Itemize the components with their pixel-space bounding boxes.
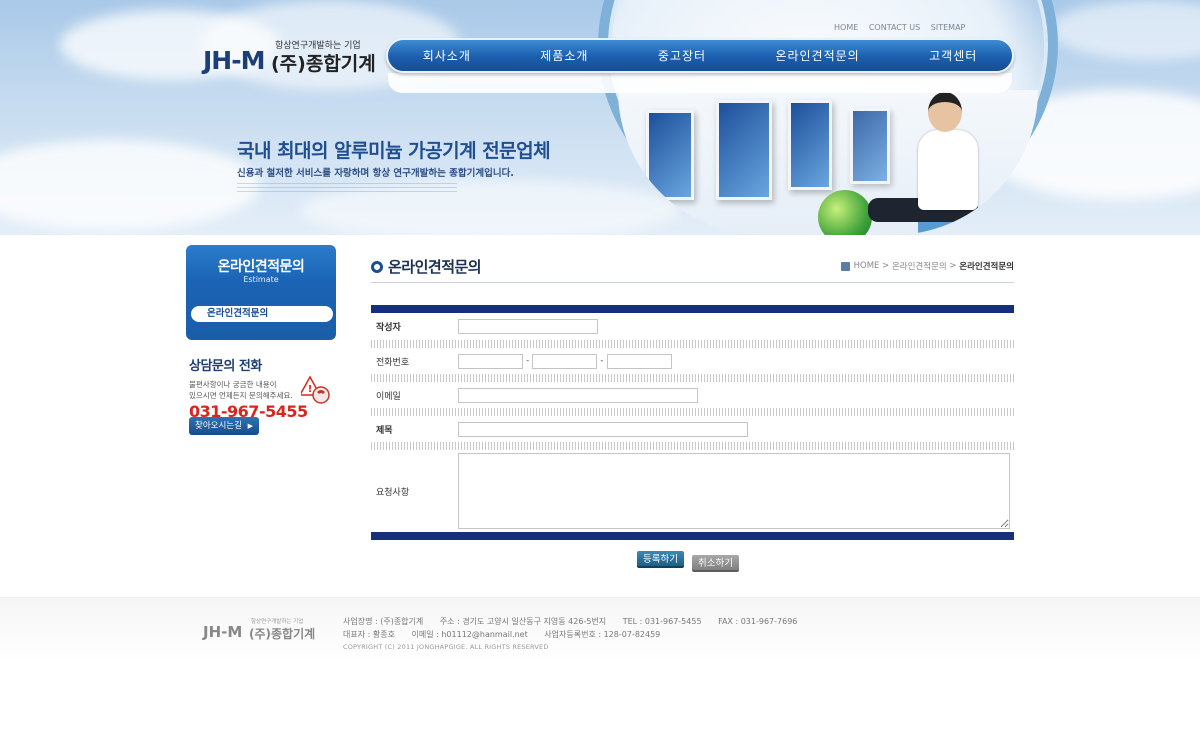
page-title: 온라인견적문의	[371, 256, 482, 277]
form-row-separator	[371, 340, 1014, 348]
businessman-image	[918, 130, 978, 210]
phone-input-1[interactable]	[458, 353, 523, 369]
page-title-text: 온라인견적문의	[388, 258, 482, 276]
author-label: 작성자	[376, 323, 401, 333]
footer-line-1: 사업장명 : (주)종합기계 주소 : 경기도 고양시 일산동구 지영동 426…	[343, 615, 797, 628]
hero-slogan: 국내 최대의 알루미늄 가공기계 전문업체 신용과 철저한 서비스를 자랑하며 …	[237, 136, 551, 193]
footer-logo-tagline: 항상연구개발하는 기업	[251, 619, 304, 625]
phone-dash: -	[600, 356, 604, 366]
arrow-right-icon: ▶	[247, 422, 253, 430]
phone-heading: 상담문의 전화	[189, 359, 262, 374]
screen-panel-image	[788, 100, 832, 190]
subject-label: 제목	[376, 425, 393, 436]
phone-input-2[interactable]	[532, 353, 598, 369]
form-top-bar	[371, 305, 1014, 313]
top-link-sitemap[interactable]: SITEMAP	[931, 23, 966, 32]
form-row-author: 작성자	[371, 313, 1014, 340]
subject-input[interactable]	[458, 421, 748, 437]
nav-underlay	[388, 73, 1012, 93]
nav-item-company[interactable]: 회사소개	[423, 47, 471, 64]
footer-address: 주소 : 경기도 고양시 일산동구 지영동 426-5번지	[439, 617, 607, 626]
email-input[interactable]	[458, 387, 698, 403]
email-label: 이메일	[376, 391, 401, 402]
phone-icon: !	[301, 375, 330, 404]
hero-banner: 국내 최대의 알루미늄 가공기계 전문업체 신용과 철저한 서비스를 자랑하며 …	[0, 0, 1200, 235]
cloud-decoration	[0, 140, 260, 230]
estimate-form: 작성자 전화번호 - - 이메일 제목 요청사항	[371, 305, 1014, 540]
breadcrumb-current: 온라인견적문의	[959, 262, 1014, 272]
nav-item-estimate[interactable]: 온라인견적문의	[775, 47, 859, 64]
svg-text:!: !	[308, 384, 313, 395]
phone-input-3[interactable]	[606, 353, 672, 369]
form-row-separator	[371, 374, 1014, 382]
sidebar-subtitle: Estimate	[243, 275, 279, 284]
nav-item-products[interactable]: 제품소개	[540, 47, 588, 64]
screen-panel-image	[646, 110, 694, 200]
slogan-sub: 신용과 철저한 서비스를 자랑하며 항상 연구개발하는 종합기계입니다.	[237, 168, 514, 179]
footer-bizno: 사업자등록번호 : 128-07-82459	[544, 630, 661, 639]
form-row-separator	[371, 408, 1014, 416]
phone-consult-box: 상담문의 전화 불편사항이나 궁금한 내용이 있으시면 언제든지 문의해주세요.…	[189, 355, 339, 421]
cloud-decoration	[1050, 0, 1200, 60]
author-input[interactable]	[458, 319, 598, 334]
footer-logo-mark: JH-M	[203, 623, 243, 641]
form-row-separator	[371, 442, 1014, 450]
directions-label: 찾아오시는길	[195, 421, 242, 431]
globe-image	[818, 190, 872, 235]
footer-email: 이메일 : h01112@hanmail.net	[411, 630, 528, 639]
slogan-faint-text	[237, 183, 457, 193]
footer-line-2: 대표자 : 황종호 이메일 : h01112@hanmail.net 사업자등록…	[343, 628, 797, 641]
sidebar-title: 온라인견적문의	[217, 259, 305, 275]
sidebar-item-estimate[interactable]: 온라인견적문의	[191, 306, 333, 322]
form-row-email: 이메일	[371, 382, 1014, 408]
directions-button[interactable]: 찾아오시는길 ▶	[189, 417, 259, 435]
top-link-home[interactable]: HOME	[834, 23, 858, 32]
breadcrumb: HOME > 온라인견적문의 > 온라인견적문의	[840, 260, 1014, 272]
footer-ceo: 대표자 : 황종호	[343, 630, 395, 639]
breadcrumb-parent[interactable]: 온라인견적문의	[892, 260, 947, 272]
sidebar-menu: 온라인견적문의 Estimate 온라인견적문의	[186, 245, 336, 340]
form-bottom-bar	[371, 532, 1014, 540]
breadcrumb-home[interactable]: HOME	[854, 261, 880, 271]
nav-item-market[interactable]: 중고장터	[658, 47, 706, 64]
footer-logo-company: (주)종합기계	[249, 627, 316, 641]
home-icon	[840, 261, 850, 271]
form-row-phone: 전화번호 - -	[371, 348, 1014, 374]
breadcrumb-sep: >	[949, 261, 957, 271]
form-row-request: 요청사항	[371, 450, 1014, 532]
nav-item-support[interactable]: 고객센터	[929, 47, 977, 64]
slogan-main: 국내 최대의 알루미늄 가공기계 전문업체	[237, 140, 551, 162]
footer-tel: TEL : 031-967-5455	[622, 617, 702, 626]
logo-company: (주)종합기계	[271, 53, 376, 75]
main-nav: 회사소개 제품소개 중고장터 온라인견적문의 고객센터	[386, 38, 1014, 73]
request-textarea[interactable]	[458, 453, 1010, 529]
footer-copyright: COPYRIGHT (C) 2011 JONGHAPGIGE. ALL RIGH…	[343, 643, 549, 651]
footer-info: 사업장명 : (주)종합기계 주소 : 경기도 고양시 일산동구 지영동 426…	[343, 615, 797, 654]
submit-button[interactable]: 등록하기	[637, 551, 684, 568]
hero-illustration	[618, 90, 1038, 235]
request-label: 요청사항	[376, 487, 410, 498]
footer-company: 사업장명 : (주)종합기계	[343, 617, 424, 626]
breadcrumb-sep: >	[882, 261, 890, 271]
form-buttons: 등록하기 취소하기	[637, 551, 739, 572]
title-divider	[371, 282, 1014, 283]
phone-dash: -	[526, 356, 530, 366]
cancel-button[interactable]: 취소하기	[691, 555, 739, 572]
form-row-subject: 제목	[371, 416, 1014, 442]
screen-panel-image	[850, 108, 890, 184]
footer-fax: FAX : 031-967-7696	[718, 617, 798, 626]
top-utility-menu: HOME CONTACT US SITEMAP	[834, 23, 973, 32]
logo-mark: JH-M	[203, 46, 265, 75]
top-link-contact[interactable]: CONTACT US	[869, 23, 920, 32]
phone-label: 전화번호	[376, 357, 410, 368]
bullet-circle-icon	[371, 260, 383, 273]
businessman-image	[928, 92, 962, 132]
screen-panel-image	[716, 100, 772, 200]
